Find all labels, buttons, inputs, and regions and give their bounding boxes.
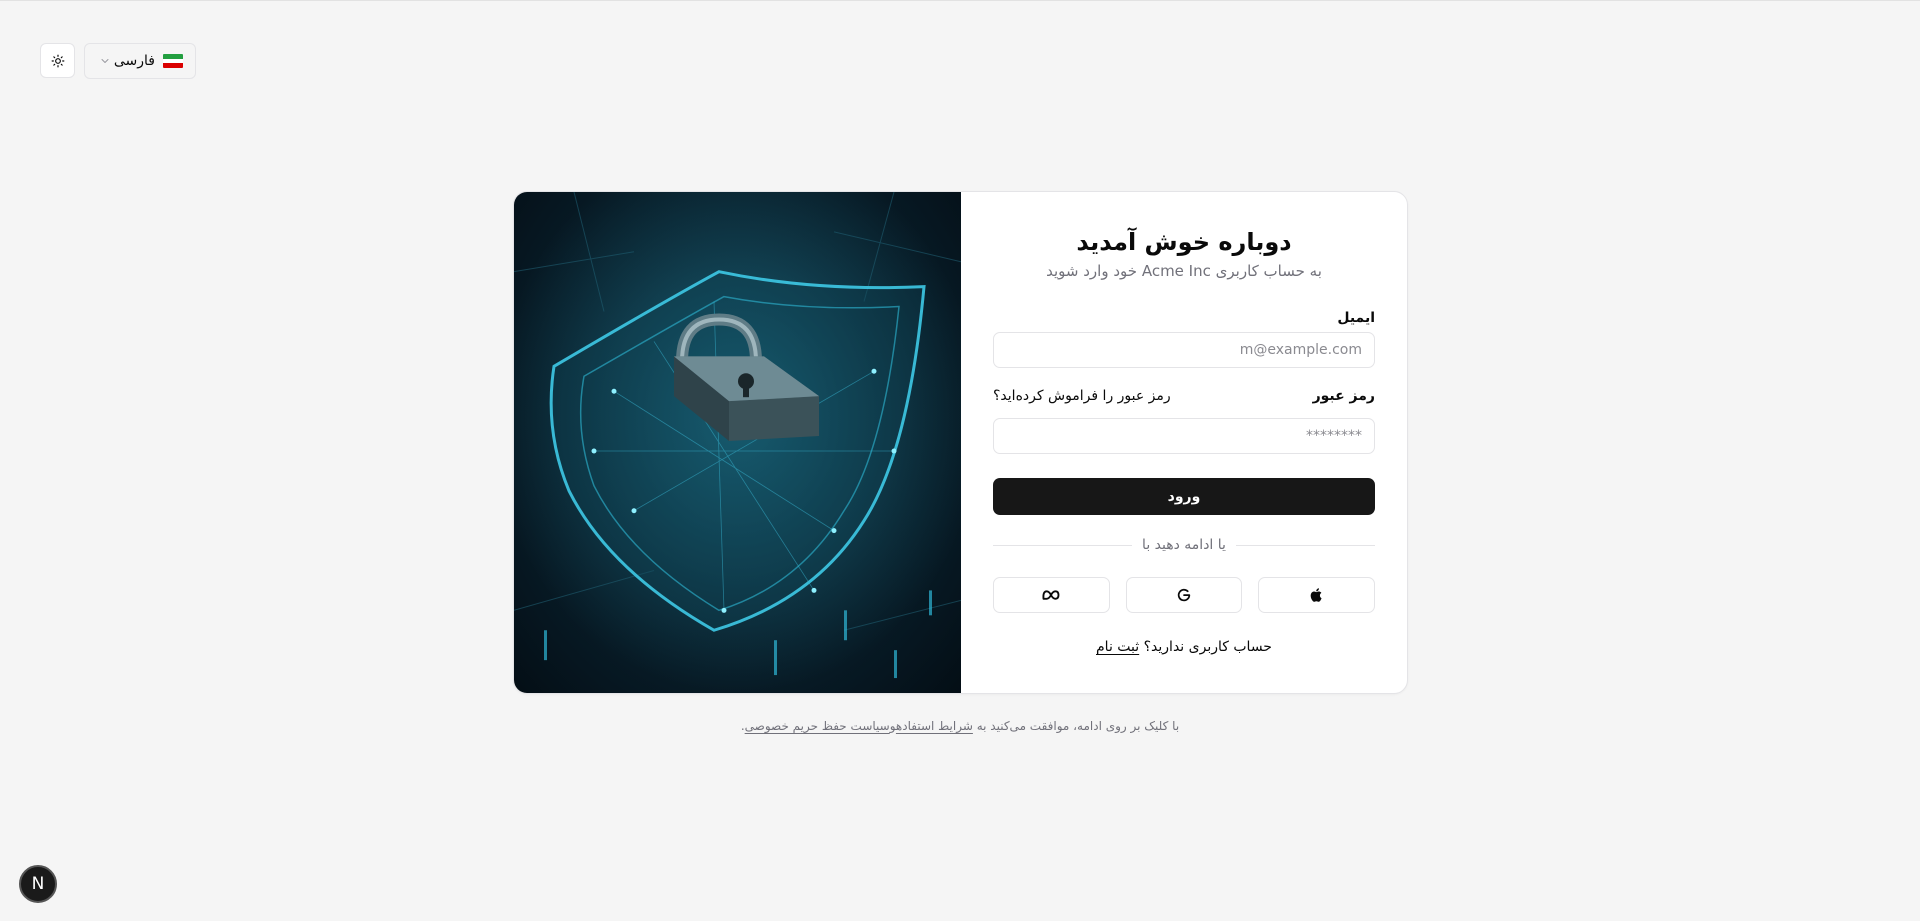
chevron-down-icon — [101, 59, 109, 63]
terms-notice: با کلیک بر روی ادامه، موافقت می‌کنید به … — [0, 719, 1920, 733]
theme-toggle-button[interactable] — [40, 43, 75, 78]
privacy-policy-link[interactable]: سیاست حفظ حریم خصوصی — [745, 719, 890, 733]
apple-login-button[interactable] — [1258, 577, 1375, 613]
language-label: فارسی — [113, 53, 155, 69]
apple-icon — [1310, 588, 1322, 602]
next-logo-icon: N — [31, 874, 45, 894]
email-field-group: ایمیل — [993, 310, 1375, 368]
email-field[interactable] — [993, 332, 1375, 368]
no-account-text: حساب کاربری ندارید؟ — [1143, 639, 1272, 655]
page-subtitle: به حساب کاربری Acme Inc خود وارد شوید — [1046, 262, 1322, 280]
signup-row: حساب کاربری ندارید؟ ثبت نام — [993, 639, 1375, 655]
top-controls: فارسی — [40, 43, 196, 79]
password-label: رمز عبور — [1312, 388, 1375, 404]
password-field-group: رمز عبور رمز عبور را فراموش کرده‌اید؟ — [993, 388, 1375, 454]
meta-icon — [1042, 590, 1060, 600]
login-button[interactable]: ورود — [993, 478, 1375, 515]
divider-text: یا ادامه دهید با — [1142, 537, 1226, 553]
signup-link[interactable]: ثبت نام — [1096, 639, 1139, 655]
shield-lock-icon — [514, 192, 961, 693]
password-label-row: رمز عبور رمز عبور را فراموش کرده‌اید؟ — [993, 388, 1375, 404]
sun-icon — [51, 54, 64, 67]
forgot-password-link[interactable]: رمز عبور را فراموش کرده‌اید؟ — [993, 388, 1171, 404]
terms-of-service-link[interactable]: شرایط استفاده — [896, 719, 973, 733]
iran-flag-icon — [163, 54, 183, 68]
login-form: دوباره خوش آمدید به حساب کاربری Acme Inc… — [961, 192, 1407, 693]
login-card: دوباره خوش آمدید به حساب کاربری Acme Inc… — [513, 191, 1408, 694]
terms-prefix: با کلیک بر روی ادامه، موافقت می‌کنید به — [976, 719, 1180, 733]
meta-login-button[interactable] — [992, 577, 1110, 613]
page-title: دوباره خوش آمدید — [1076, 228, 1292, 256]
google-icon — [1177, 588, 1191, 602]
divider: یا ادامه دهید با — [992, 537, 1375, 553]
language-select[interactable]: فارسی — [84, 43, 196, 79]
language-value: فارسی — [114, 53, 183, 69]
divider-line — [992, 544, 1133, 546]
email-label: ایمیل — [1337, 310, 1375, 326]
nextjs-dev-badge[interactable]: N — [19, 865, 57, 903]
social-login-buttons — [992, 577, 1375, 613]
divider-line — [1235, 544, 1375, 546]
hero-image — [514, 192, 961, 693]
password-field[interactable] — [993, 418, 1375, 454]
google-login-button[interactable] — [1125, 577, 1243, 613]
